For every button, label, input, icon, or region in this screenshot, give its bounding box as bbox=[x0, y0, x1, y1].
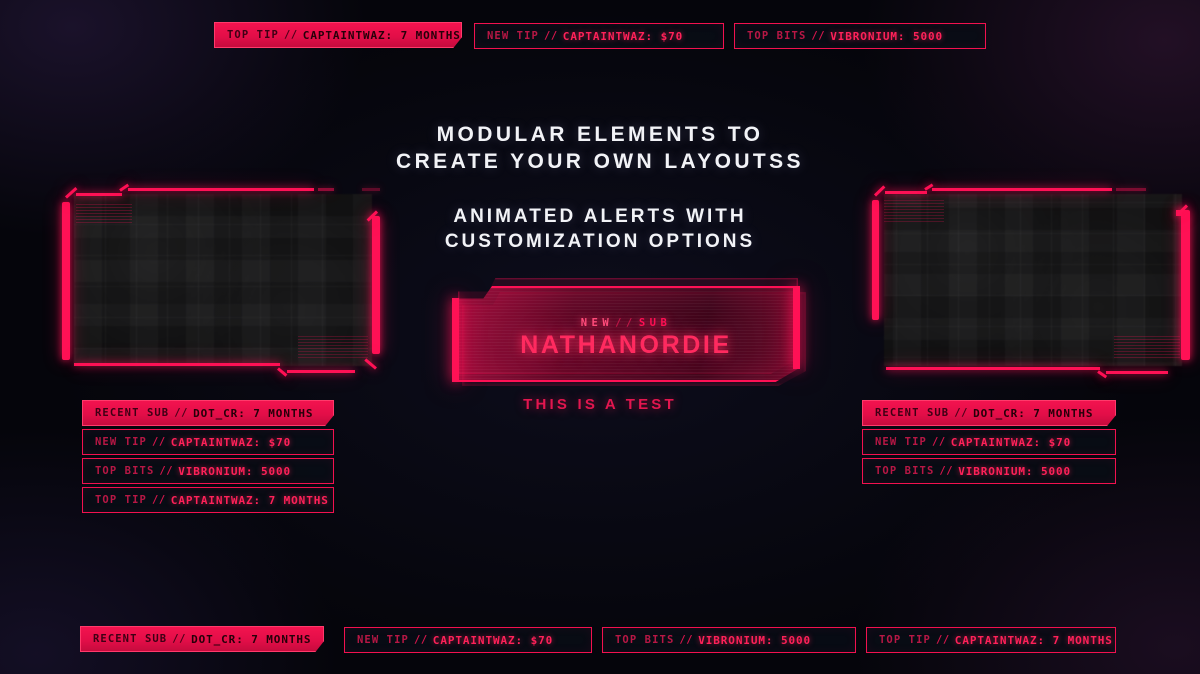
banner-separator: // bbox=[159, 465, 174, 477]
banner-label: TOP BITS bbox=[95, 465, 155, 477]
banner-value: CAPTAINTWAZ: 7 MONTHS bbox=[170, 493, 329, 507]
banner-separator: // bbox=[935, 634, 950, 646]
alert-banner[interactable]: NEW TIP // CAPTAINTWAZ: $70 bbox=[474, 23, 724, 49]
alert-banner[interactable]: TOP TIP // CAPTAINTWAZ: 7 MONTHS bbox=[214, 22, 462, 48]
frame-bar-top bbox=[932, 188, 1112, 191]
frame-edge-left bbox=[872, 200, 879, 320]
frame-edge-right bbox=[1181, 210, 1190, 360]
banner-label: RECENT SUB bbox=[95, 407, 170, 419]
banner-value: DOT_CR: 7 MONTHS bbox=[193, 406, 314, 420]
banner-separator: // bbox=[939, 465, 954, 477]
alert-banner[interactable]: NEW TIP // CAPTAINTWAZ: $70 bbox=[82, 429, 334, 455]
alert-card-body: NEW//SUB NATHANORDIE bbox=[452, 286, 800, 382]
alert-card: NEW//SUB NATHANORDIE bbox=[452, 278, 806, 386]
banner-value: VIBRONIUM: 5000 bbox=[830, 29, 944, 43]
frame-bar-bottom-right bbox=[1106, 371, 1168, 374]
banner-separator: // bbox=[283, 29, 298, 41]
page-title-line-1: MODULAR ELEMENTS TO bbox=[436, 123, 764, 146]
left-webcam-preview bbox=[74, 194, 372, 366]
banner-label: RECENT SUB bbox=[93, 633, 168, 645]
alert-banner[interactable]: TOP BITS // VIBRONIUM: 5000 bbox=[602, 627, 856, 653]
alert-kicker-kind: SUB bbox=[638, 316, 672, 329]
alert-banner[interactable]: RECENT SUB // DOT_CR: 7 MONTHS bbox=[862, 400, 1116, 426]
alert-banner[interactable]: NEW TIP // CAPTAINTWAZ: $70 bbox=[862, 429, 1116, 455]
banner-value: CAPTAINTWAZ: $70 bbox=[950, 435, 1072, 449]
banner-label: TOP TIP bbox=[879, 634, 931, 646]
banner-value: DOT_CR: 7 MONTHS bbox=[191, 632, 312, 646]
banner-value: VIBRONIUM: 5000 bbox=[698, 633, 812, 647]
banner-label: TOP BITS bbox=[615, 634, 675, 646]
banner-value: CAPTAINTWAZ: $70 bbox=[562, 29, 684, 43]
frame-bar-top bbox=[128, 188, 314, 191]
alert-banner[interactable]: NEW TIP // CAPTAINTWAZ: $70 bbox=[344, 627, 592, 653]
alert-kicker-separator: // bbox=[615, 316, 637, 329]
banner-separator: // bbox=[151, 436, 166, 448]
banner-label: NEW TIP bbox=[357, 634, 409, 646]
banner-value: CAPTAINTWAZ: 7 MONTHS bbox=[954, 633, 1113, 647]
frame-notch-bottom bbox=[277, 367, 288, 377]
page-title-line-2: CREATE YOUR OWN LAYOUTSS bbox=[396, 150, 804, 174]
alert-banner[interactable]: TOP BITS // VIBRONIUM: 5000 bbox=[862, 458, 1116, 484]
banner-value: CAPTAINTWAZ: 7 MONTHS bbox=[302, 28, 461, 42]
banner-label: NEW TIP bbox=[875, 436, 927, 448]
banner-separator: // bbox=[543, 30, 558, 42]
alert-banner[interactable]: TOP TIP // CAPTAINTWAZ: 7 MONTHS bbox=[866, 627, 1116, 653]
alert-banner[interactable]: TOP TIP // CAPTAINTWAZ: 7 MONTHS bbox=[82, 487, 334, 513]
frame-edge-right bbox=[372, 216, 380, 354]
alert-kicker: NEW//SUB bbox=[581, 317, 672, 329]
frame-bar-bottom bbox=[74, 363, 280, 366]
alert-username: NATHANORDIE bbox=[520, 330, 732, 359]
banner-label: NEW TIP bbox=[487, 30, 539, 42]
frame-tick-top-right-2 bbox=[362, 188, 380, 191]
banner-value: CAPTAINTWAZ: $70 bbox=[432, 633, 554, 647]
frame-bar-bottom-right bbox=[287, 370, 355, 373]
frame-tick-top-right bbox=[318, 188, 334, 191]
banner-label: TOP BITS bbox=[875, 465, 935, 477]
banner-label: NEW TIP bbox=[95, 436, 147, 448]
banner-separator: // bbox=[172, 633, 187, 645]
banner-separator: // bbox=[931, 436, 946, 448]
banner-separator: // bbox=[811, 30, 826, 42]
stream-overlay-canvas: TOP TIP // CAPTAINTWAZ: 7 MONTHS NEW TIP // C… bbox=[0, 0, 1200, 674]
banner-separator: // bbox=[413, 634, 428, 646]
banner-value: CAPTAINTWAZ: $70 bbox=[170, 435, 292, 449]
alert-kicker-prefix: NEW bbox=[580, 316, 614, 329]
banner-value: VIBRONIUM: 5000 bbox=[958, 464, 1072, 478]
banner-separator: // bbox=[151, 494, 166, 506]
frame-bar-top-left bbox=[885, 191, 927, 194]
right-webcam-preview bbox=[884, 194, 1182, 366]
alert-banner[interactable]: TOP BITS // VIBRONIUM: 5000 bbox=[734, 23, 986, 49]
banner-value: VIBRONIUM: 5000 bbox=[178, 464, 292, 478]
frame-bar-bottom bbox=[886, 367, 1100, 370]
page-title: MODULAR ELEMENTS TO CREATE YOUR OWN LAYO… bbox=[0, 121, 1200, 176]
right-webcam-frame bbox=[872, 183, 1190, 379]
banner-label: TOP TIP bbox=[95, 494, 147, 506]
banner-separator: // bbox=[679, 634, 694, 646]
alert-banner[interactable]: RECENT SUB // DOT_CR: 7 MONTHS bbox=[80, 626, 324, 652]
banner-value: DOT_CR: 7 MONTHS bbox=[973, 406, 1094, 420]
frame-edge-left bbox=[62, 202, 70, 360]
alert-edge-left bbox=[452, 297, 459, 382]
banner-label: TOP BITS bbox=[747, 30, 807, 42]
left-webcam-frame bbox=[62, 183, 380, 377]
banner-label: RECENT SUB bbox=[875, 407, 950, 419]
frame-tick-top-right bbox=[1116, 188, 1146, 191]
banner-label: TOP TIP bbox=[227, 29, 279, 41]
banner-separator: // bbox=[174, 407, 189, 419]
alert-edge-right bbox=[793, 286, 800, 369]
frame-bar-top-left bbox=[76, 193, 122, 196]
alert-banner[interactable]: TOP BITS // VIBRONIUM: 5000 bbox=[82, 458, 334, 484]
banner-separator: // bbox=[954, 407, 969, 419]
alert-banner[interactable]: RECENT SUB // DOT_CR: 7 MONTHS bbox=[82, 400, 334, 426]
